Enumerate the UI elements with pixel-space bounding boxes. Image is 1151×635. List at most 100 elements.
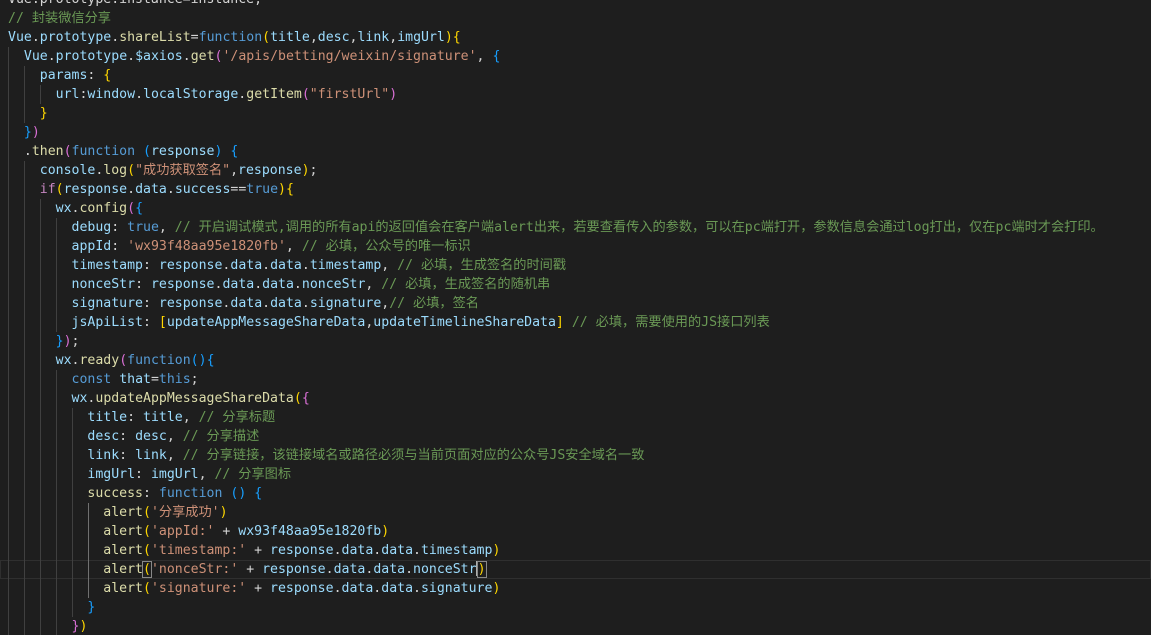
code-line[interactable]: }) — [0, 617, 1151, 635]
code-line[interactable]: }) — [0, 123, 1151, 142]
code-token: true — [127, 220, 159, 235]
code-token: ) — [476, 561, 487, 578]
indent-guide — [39, 313, 41, 332]
code-token: ) — [79, 619, 88, 634]
code-line[interactable]: appId: 'wx93f48aa95e1820fb', // 必填，公众号的唯… — [0, 237, 1151, 256]
code-token: "firstUrl" — [309, 87, 390, 102]
code-token: 'appId:' — [150, 524, 215, 539]
code-line[interactable]: Vue.prototype.instance=instance; — [0, 0, 1151, 9]
code-token: { — [452, 30, 461, 45]
code-line[interactable]: wx.updateAppMessageShareData({ — [0, 389, 1151, 408]
code-token: signature — [71, 296, 143, 311]
code-line[interactable]: alert('timestamp:' + response.data.data.… — [0, 541, 1151, 560]
indent-guide — [23, 256, 25, 275]
code-token: data — [341, 581, 374, 596]
code-token: '分享成功' — [150, 505, 220, 520]
indent-guide — [39, 560, 41, 579]
code-line[interactable]: alert('nonceStr:' + response.data.data.n… — [0, 560, 1151, 579]
code-line[interactable]: .then(function (response) { — [0, 142, 1151, 161]
code-editor[interactable]: Vue.prototype.instance=instance; // 封装微信分… — [0, 0, 1151, 635]
code-token: Vue — [8, 30, 32, 45]
code-line[interactable]: }); — [0, 332, 1151, 351]
code-token: alert — [103, 505, 143, 520]
code-line[interactable]: success: function () { — [0, 484, 1151, 503]
indent-guide — [23, 161, 25, 180]
code-line[interactable]: nonceStr: response.data.data.nonceStr, /… — [0, 275, 1151, 294]
indent-guide — [87, 522, 89, 541]
code-token: url — [55, 87, 80, 102]
code-line[interactable]: alert('appId:' + wx93f48aa95e1820fb) — [0, 522, 1151, 541]
code-line[interactable]: } — [0, 104, 1151, 123]
code-token: , — [198, 467, 215, 482]
code-line[interactable]: title: title, // 分享标题 — [0, 408, 1151, 427]
code-token: . — [301, 258, 310, 273]
indent-guide — [23, 180, 25, 199]
code-line[interactable]: console.log("成功获取签名",response); — [0, 161, 1151, 180]
code-line[interactable]: url:window.localStorage.getItem("firstUr… — [0, 85, 1151, 104]
indent-guide — [39, 389, 41, 408]
code-token: . — [127, 182, 136, 197]
code-token: title — [143, 410, 183, 425]
code-line[interactable]: wx.ready(function(){ — [0, 351, 1151, 370]
code-token: updateTimelineShareData — [373, 315, 556, 330]
code-token: response — [150, 277, 215, 292]
indent-guide — [71, 579, 73, 598]
indent-guide — [87, 560, 89, 579]
code-token: , — [285, 239, 302, 254]
code-line[interactable]: debug: true, // 开启调试模式,调用的所有api的返回值会在客户端… — [0, 218, 1151, 237]
code-token: . — [413, 543, 421, 558]
code-token: config — [79, 201, 128, 216]
code-line[interactable]: signature: response.data.data.signature,… — [0, 294, 1151, 313]
code-line[interactable]: timestamp: response.data.data.timestamp,… — [0, 256, 1151, 275]
code-token: // 封装微信分享 — [8, 11, 111, 26]
indent-guide — [23, 465, 25, 484]
code-line[interactable]: const that=this; — [0, 370, 1151, 389]
code-line[interactable]: params: { — [0, 66, 1151, 85]
code-line[interactable]: jsApiList: [updateAppMessageShareData,up… — [0, 313, 1151, 332]
code-line[interactable]: alert('分享成功') — [0, 503, 1151, 522]
code-line[interactable]: imgUrl: imgUrl, // 分享图标 — [0, 465, 1151, 484]
code-token: localStorage — [143, 87, 239, 102]
code-token: // 开启调试模式,调用的所有api的返回值会在客户端alert出来，若要查看传… — [174, 220, 1104, 235]
indent-guide — [8, 503, 9, 522]
code-line[interactable]: wx.config({ — [0, 199, 1151, 218]
indent-guide — [23, 446, 25, 465]
indent-guide — [71, 522, 73, 541]
code-token: ( — [142, 524, 151, 539]
indent-guide — [8, 104, 9, 123]
code-token: ) — [278, 182, 286, 197]
code-token: log — [103, 163, 128, 178]
indent-guide — [23, 484, 25, 503]
code-token: response — [158, 258, 223, 273]
code-token: "成功获取签名" — [135, 163, 231, 178]
code-token: signature — [420, 581, 493, 596]
indent-guide — [8, 389, 9, 408]
indent-guide — [87, 503, 89, 522]
indent-guide — [55, 218, 57, 237]
code-line[interactable]: alert('signature:' + response.data.data.… — [0, 579, 1151, 598]
indent-guide — [8, 218, 9, 237]
code-line[interactable]: } — [0, 598, 1151, 617]
indent-guide — [23, 66, 25, 85]
code-line[interactable]: link: link, // 分享链接，该链接域名或路径必须与当前页面对应的公众… — [0, 446, 1151, 465]
code-token: data — [381, 581, 414, 596]
code-token: : — [119, 448, 136, 463]
code-line[interactable]: Vue.prototype.shareList=function(title,d… — [0, 28, 1151, 47]
code-line[interactable]: Vue.prototype.$axios.get('/apis/betting/… — [0, 47, 1151, 66]
code-token: . — [182, 49, 191, 64]
code-line[interactable]: // 封装微信分享 — [0, 9, 1151, 28]
indent-guide — [39, 237, 41, 256]
indent-guide — [23, 389, 25, 408]
code-token: desc — [87, 429, 120, 444]
code-token: , — [309, 30, 318, 45]
code-token: Vue — [23, 49, 48, 64]
code-line[interactable]: if(response.data.success==true){ — [0, 180, 1151, 199]
code-token: } — [87, 600, 96, 615]
code-token: : — [119, 429, 136, 444]
code-token: desc — [135, 429, 167, 444]
indent-guide — [39, 332, 41, 351]
code-token: imgUrl — [87, 467, 136, 482]
code-line[interactable]: desc: desc, // 分享描述 — [0, 427, 1151, 446]
